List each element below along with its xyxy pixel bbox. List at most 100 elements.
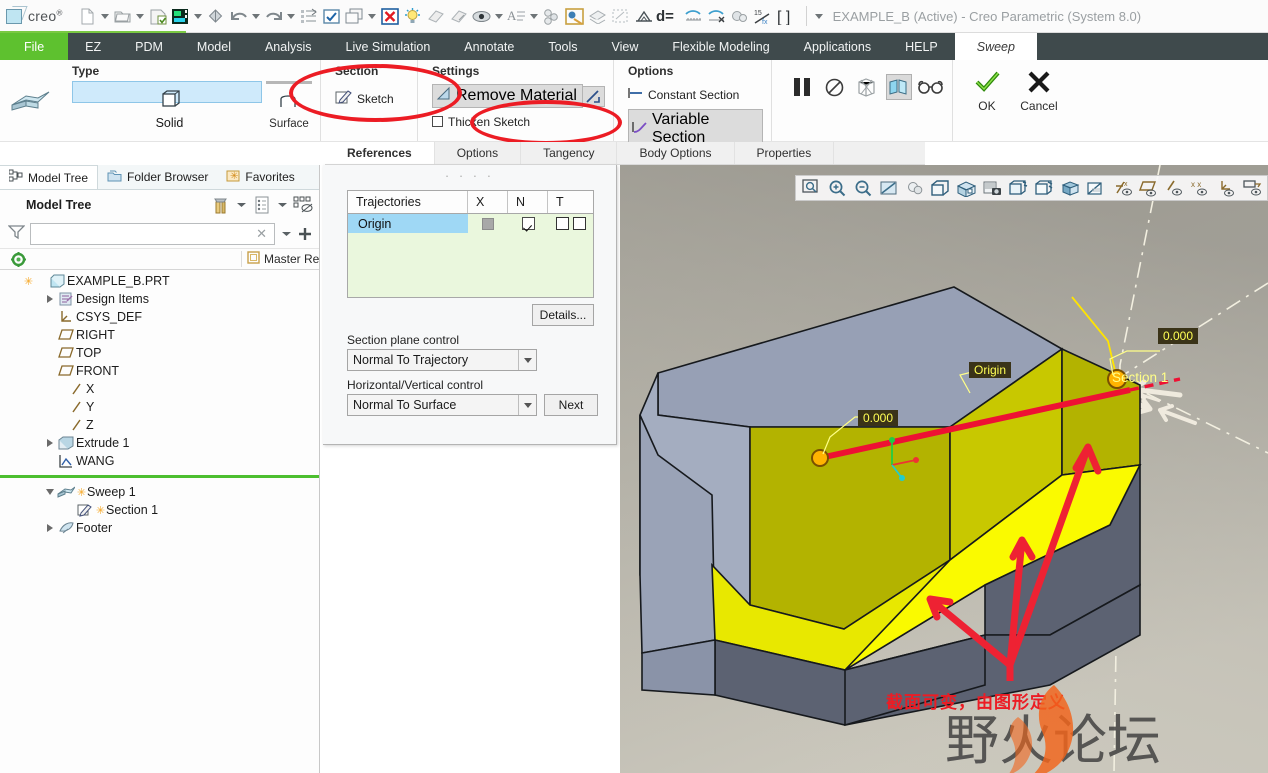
params-bracket-icon[interactable]: [ ]	[775, 4, 799, 28]
unchecked-checkbox-icon[interactable]	[555, 217, 569, 230]
redo-dropdown-icon[interactable]	[286, 4, 297, 28]
search-input[interactable]: ✕	[30, 223, 275, 245]
clear-x-icon[interactable]: ✕	[253, 226, 270, 242]
tree-item-extrude-1[interactable]: Extrude 1	[0, 434, 319, 452]
render-camera-icon[interactable]	[980, 176, 1005, 200]
mass-props-icon[interactable]	[729, 4, 751, 28]
tab-live-simulation[interactable]: Live Simulation	[329, 33, 448, 60]
save-as-dropdown-icon[interactable]	[193, 4, 204, 28]
no-hidden-icon[interactable]	[1084, 176, 1109, 200]
new-file-icon[interactable]	[77, 4, 99, 28]
expand-arrow-icon[interactable]	[44, 439, 56, 447]
remove-material-toggle[interactable]: Remove Material	[432, 84, 583, 108]
redo-icon[interactable]	[263, 4, 285, 28]
annotation-display-icon[interactable]	[1240, 176, 1265, 200]
subtab-tangency[interactable]: Tangency	[521, 142, 618, 164]
next-button[interactable]: Next	[544, 394, 598, 416]
tree-filter-hide-icon[interactable]	[293, 194, 313, 216]
tab-file[interactable]: File	[0, 33, 69, 60]
open-folder-dropdown-icon[interactable]	[135, 4, 146, 28]
datum-plane-icon[interactable]	[633, 4, 655, 28]
datum-point-display-icon[interactable]: x	[1110, 176, 1135, 200]
tab-pdm[interactable]: PDM	[118, 33, 180, 60]
plus-icon[interactable]	[297, 227, 313, 241]
tab-sweep[interactable]: Sweep	[954, 33, 1037, 60]
glasses-preview-icon[interactable]	[918, 74, 944, 100]
tree-item-section-1[interactable]: ✳ Section 1	[0, 501, 319, 519]
print-icon[interactable]	[205, 4, 227, 28]
zoom-window-icon[interactable]	[798, 176, 823, 200]
tab-analysis[interactable]: Analysis	[248, 33, 329, 60]
annotation-dropdown-icon[interactable]	[529, 4, 540, 28]
erase-not-displayed-icon[interactable]	[448, 4, 470, 28]
tree-item-axis-z[interactable]: Z	[0, 416, 319, 434]
refresh-tree-icon[interactable]	[0, 251, 36, 267]
collapse-arrow-icon[interactable]	[44, 489, 56, 495]
expand-arrow-icon[interactable]	[44, 524, 56, 532]
trajectory-n-checkbox[interactable]	[508, 214, 548, 233]
subtab-properties[interactable]: Properties	[735, 142, 835, 164]
trajectory-t-checkboxes[interactable]	[548, 214, 593, 233]
open-folder-icon[interactable]	[112, 4, 134, 28]
tree-item-top[interactable]: TOP	[0, 344, 319, 362]
color-edit-icon[interactable]	[564, 4, 586, 28]
section-plane-control-select[interactable]: Normal To Trajectory	[347, 349, 537, 371]
ok-button[interactable]: OK	[967, 70, 1007, 113]
shaded-cube-icon[interactable]	[1058, 176, 1083, 200]
type-solid-button[interactable]: Solid	[72, 81, 262, 130]
chevron-down-icon[interactable]	[276, 194, 289, 216]
tree-item-wang[interactable]: WANG	[0, 452, 319, 470]
refit-icon[interactable]	[876, 176, 901, 200]
measure-delete-icon[interactable]	[706, 4, 728, 28]
chevron-down-icon[interactable]	[235, 194, 248, 216]
undo-dropdown-icon[interactable]	[251, 4, 262, 28]
section-sketch-button[interactable]: Sketch	[335, 88, 394, 109]
tree-item-design-items[interactable]: Design Items	[0, 290, 319, 308]
undo-icon[interactable]	[228, 4, 250, 28]
save-as-icon[interactable]	[170, 4, 192, 28]
view-manager-icon[interactable]	[954, 176, 979, 200]
table-row[interactable]: Origin	[348, 214, 593, 233]
tab-help[interactable]: HELP	[888, 33, 955, 60]
thicken-checkbox-icon[interactable]	[432, 116, 443, 127]
nav-tab-folder-browser[interactable]: Folder Browser	[98, 165, 217, 189]
trajectory-name[interactable]: Origin	[348, 214, 468, 233]
tree-item-front[interactable]: FRONT	[0, 362, 319, 380]
saved-views-icon[interactable]	[928, 176, 953, 200]
tab-tools[interactable]: Tools	[531, 33, 594, 60]
tree-item-axis-x[interactable]: X	[0, 380, 319, 398]
eye-icon[interactable]	[471, 4, 493, 28]
title-dropdown-icon[interactable]	[814, 4, 825, 28]
subtab-options[interactable]: Options	[435, 142, 522, 164]
subtab-body-options[interactable]: Body Options	[617, 142, 735, 164]
tab-annotate[interactable]: Annotate	[447, 33, 531, 60]
erase-icon[interactable]	[425, 4, 447, 28]
preview-wireframe-icon[interactable]	[854, 74, 880, 100]
save-check-icon[interactable]	[147, 4, 169, 28]
appearance-icon[interactable]	[541, 4, 563, 28]
zoom-out-icon[interactable]	[850, 176, 875, 200]
display-style-icon[interactable]	[1006, 176, 1031, 200]
horizontal-vertical-control-select[interactable]: Normal To Surface	[347, 394, 537, 416]
constant-section-option[interactable]: Constant Section	[628, 84, 739, 105]
tab-applications[interactable]: Applications	[787, 33, 888, 60]
measure-icon[interactable]	[683, 4, 705, 28]
relations-icon[interactable]: 15 fx	[752, 4, 774, 28]
zoom-in-icon[interactable]	[824, 176, 849, 200]
nav-tab-favorites[interactable]: ✳ Favorites	[217, 165, 303, 189]
regenerate-list-icon[interactable]	[298, 4, 320, 28]
settings-hammer-icon[interactable]	[211, 194, 231, 216]
chevron-down-icon[interactable]	[280, 230, 292, 238]
expand-arrow-icon[interactable]	[44, 295, 56, 303]
tree-item-csys-def[interactable]: CSYS_DEF	[0, 308, 319, 326]
tab-ez[interactable]: EZ	[68, 33, 118, 60]
checked-checkbox-icon[interactable]	[521, 217, 535, 230]
eye-dropdown-icon[interactable]	[494, 4, 505, 28]
layer-icon[interactable]	[587, 4, 609, 28]
close-window-red-x-icon[interactable]	[379, 4, 401, 28]
cancel-button[interactable]: Cancel	[1019, 70, 1059, 113]
preview-geometry-icon[interactable]	[885, 74, 912, 100]
reorient-icon[interactable]	[902, 176, 927, 200]
tree-item-example-b-prt[interactable]: ✳ EXAMPLE_B.PRT	[0, 272, 319, 290]
csys-point-display-icon[interactable]: x x	[1188, 176, 1213, 200]
